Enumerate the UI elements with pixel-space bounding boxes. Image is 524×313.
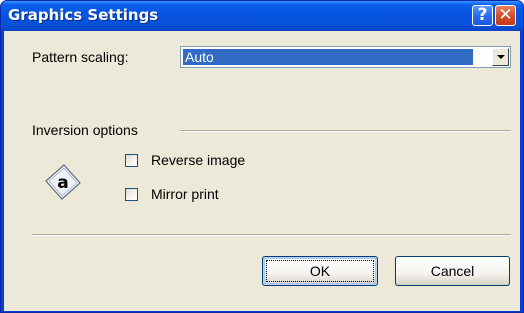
close-button[interactable]: ✕ xyxy=(495,5,516,26)
title-bar[interactable]: Graphics Settings ? ✕ xyxy=(1,1,523,31)
letter-a-glyph: a xyxy=(57,173,68,193)
inversion-letter-icon: a xyxy=(45,164,81,200)
chevron-down-icon[interactable] xyxy=(492,48,509,66)
inversion-options-divider xyxy=(180,130,511,132)
help-button[interactable]: ? xyxy=(472,5,493,26)
button-row-divider xyxy=(32,234,511,236)
mirror-print-checkbox[interactable] xyxy=(125,188,138,201)
ok-button[interactable]: OK xyxy=(262,256,378,286)
dialog-title: Graphics Settings xyxy=(8,6,159,24)
cancel-button[interactable]: Cancel xyxy=(395,256,510,286)
inversion-options-label: Inversion options xyxy=(32,122,138,138)
close-icon: ✕ xyxy=(498,5,513,25)
pattern-scaling-dropdown[interactable]: Auto xyxy=(180,46,511,68)
focus-rectangle xyxy=(266,260,374,282)
pattern-scaling-label: Pattern scaling: xyxy=(32,49,129,65)
pattern-scaling-selected-value: Auto xyxy=(183,49,473,65)
graphics-settings-dialog: Graphics Settings ? ✕ Pattern scaling: A… xyxy=(0,0,524,313)
cancel-button-label: Cancel xyxy=(430,263,475,279)
reverse-image-checkbox[interactable] xyxy=(125,154,138,167)
reverse-image-label[interactable]: Reverse image xyxy=(151,152,245,168)
question-mark-icon: ? xyxy=(477,5,488,25)
mirror-print-label[interactable]: Mirror print xyxy=(151,186,219,202)
